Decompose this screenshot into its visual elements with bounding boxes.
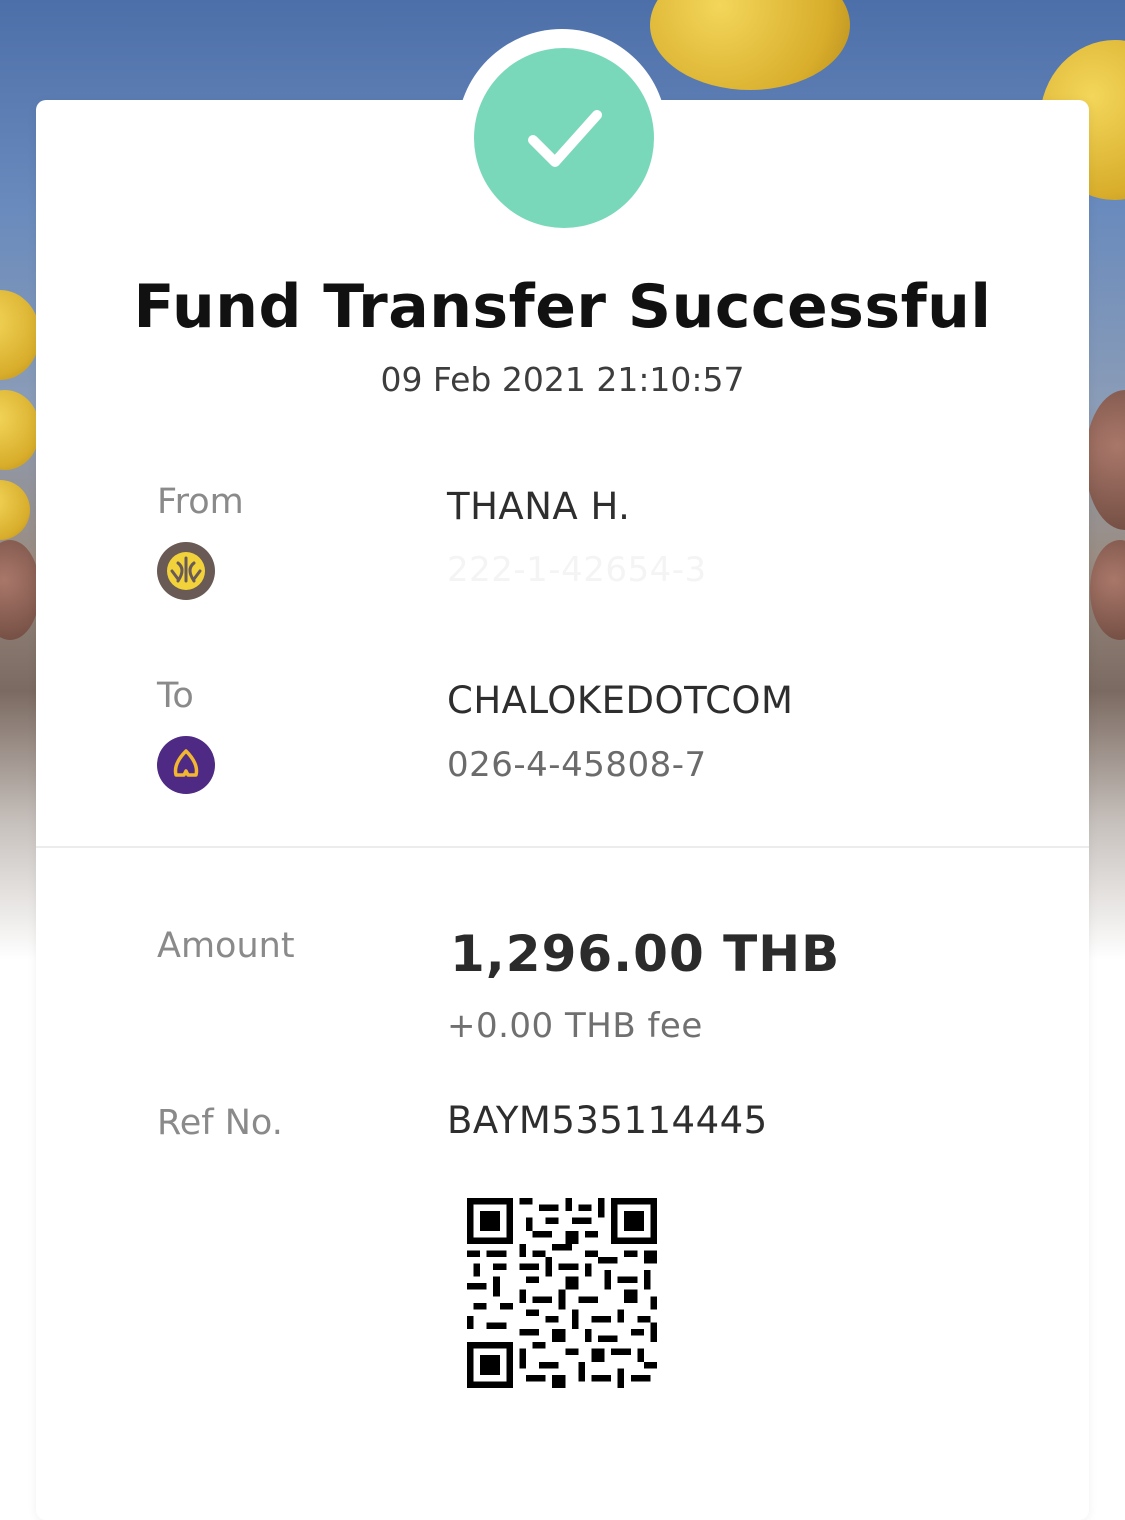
krungsri-logo-icon <box>167 552 205 590</box>
success-badge <box>474 48 654 228</box>
check-icon <box>528 110 602 167</box>
balloon-decoration <box>650 0 850 90</box>
scb-logo-icon <box>173 749 199 777</box>
section-divider <box>36 846 1089 848</box>
from-name: THANA H. <box>447 485 631 528</box>
amount-value: 1,296.00 THB <box>450 925 841 983</box>
krungsri-bank-icon <box>157 542 215 600</box>
scb-bank-icon <box>157 736 215 794</box>
ref-number: BAYM535114445 <box>447 1099 768 1142</box>
ref-label: Ref No. <box>157 1103 283 1143</box>
person-decoration <box>1085 390 1125 530</box>
transaction-datetime: 09 Feb 2021 21:10:57 <box>380 360 745 399</box>
to-name: CHALOKEDOTCOM <box>447 679 794 722</box>
qr-code <box>467 1198 657 1388</box>
from-account-blurred: 222-1-42654-3 <box>447 550 707 590</box>
page-title: Fund Transfer Successful <box>133 272 992 342</box>
person-decoration <box>1090 540 1125 640</box>
to-label: To <box>157 676 194 716</box>
balloon-decoration <box>0 390 40 470</box>
from-label: From <box>157 482 244 522</box>
fee-text: +0.00 THB fee <box>447 1006 703 1046</box>
amount-label: Amount <box>157 926 295 966</box>
balloon-decoration <box>0 480 30 540</box>
person-decoration <box>0 540 40 640</box>
to-account: 026-4-45808-7 <box>447 745 707 785</box>
